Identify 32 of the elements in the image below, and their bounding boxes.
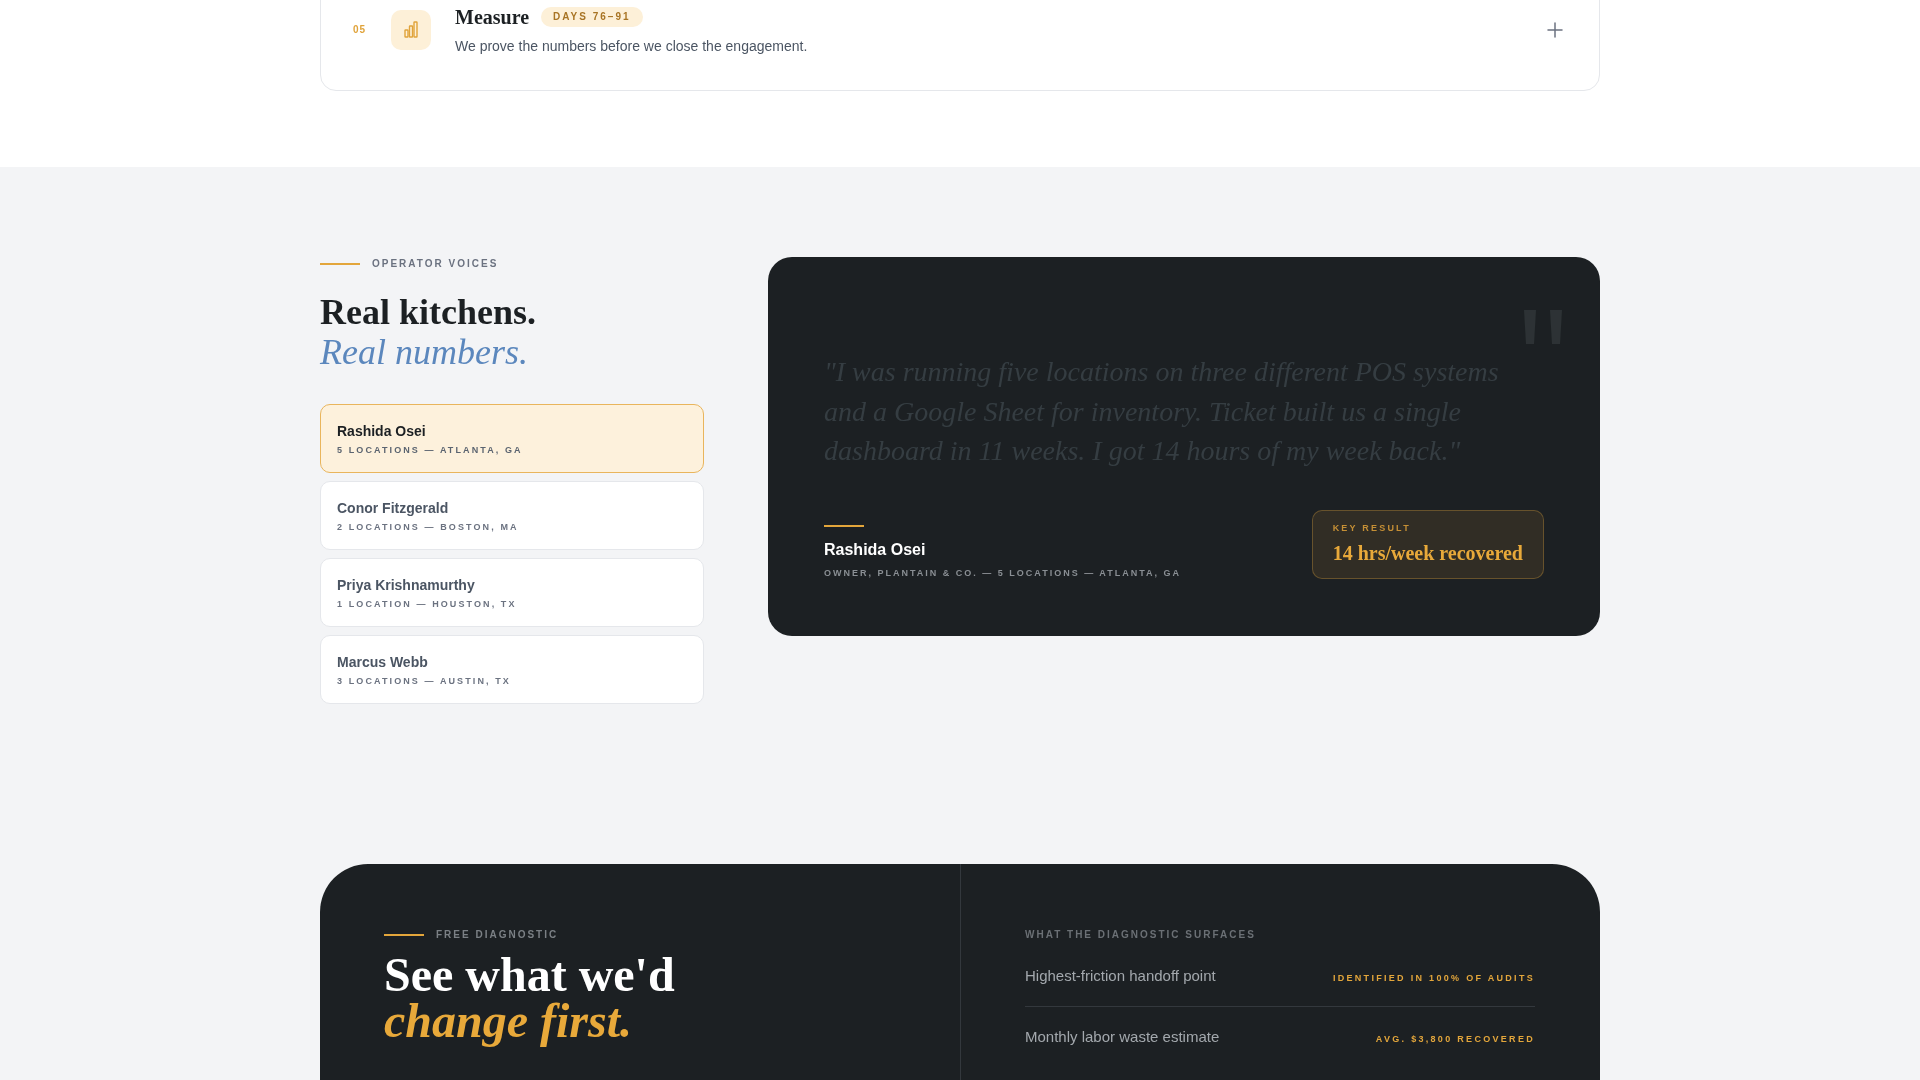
heading-accent: Real numbers. bbox=[320, 332, 529, 372]
author-name: Rashida Osei bbox=[824, 539, 927, 560]
operator-name: Priya Krishnamurthy bbox=[337, 576, 476, 594]
finding-stat: AVG. $3,800 RECOVERED bbox=[1375, 1033, 1535, 1045]
eyebrow-label: FREE DIAGNOSTIC bbox=[436, 928, 559, 942]
step-title: Measure bbox=[455, 5, 530, 30]
operator-card[interactable]: Priya Krishnamurthy 1 LOCATION — HOUSTON, TX bbox=[320, 558, 704, 627]
operator-name: Rashida Osei bbox=[337, 422, 427, 440]
finding-label: Monthly labor waste estimate bbox=[1025, 1027, 1220, 1047]
plus-icon[interactable] bbox=[1547, 22, 1563, 38]
operator-card[interactable]: Marcus Webb 3 LOCATIONS — AUSTIN, TX bbox=[320, 635, 704, 704]
key-result-label: KEY RESULT bbox=[1332, 521, 1412, 534]
step-description: We prove the numbers before we close the engagement. bbox=[455, 37, 809, 56]
eyebrow-label: OPERATOR VOICES bbox=[372, 257, 499, 271]
step-number: 05 bbox=[353, 23, 368, 37]
finding-label: Highest-friction handoff point bbox=[1025, 966, 1216, 986]
finding-stat: IDENTIFIED IN 100% OF AUDITS bbox=[1332, 972, 1535, 984]
section-heading: Real kitchens. bbox=[320, 292, 537, 332]
phase-badge: DAYS 76–91 bbox=[541, 7, 643, 27]
operator-location: 1 LOCATION — HOUSTON, TX bbox=[337, 598, 518, 610]
operator-location: 5 LOCATIONS — ATLANTA, GA bbox=[337, 444, 524, 456]
operator-card[interactable]: Rashida Osei 5 LOCATIONS — ATLANTA, GA bbox=[320, 404, 704, 473]
list-title: WHAT THE DIAGNOSTIC SURFACES bbox=[1025, 928, 1257, 942]
operator-card[interactable]: Conor Fitzgerald 2 LOCATIONS — BOSTON, MA bbox=[320, 481, 704, 550]
operator-name: Conor Fitzgerald bbox=[337, 499, 450, 517]
operator-location: 3 LOCATIONS — AUSTIN, TX bbox=[337, 675, 512, 687]
author-role: OWNER, PLANTAIN & CO. — 5 LOCATIONS — ATLANTA, GA bbox=[824, 566, 1181, 579]
operator-location: 2 LOCATIONS — BOSTON, MA bbox=[337, 521, 520, 533]
operator-name: Marcus Webb bbox=[337, 653, 429, 671]
bar-chart-icon bbox=[391, 10, 431, 50]
key-result-value: 14 hrs/week recovered bbox=[1332, 540, 1523, 566]
section-heading: See what we'd bbox=[384, 952, 676, 998]
